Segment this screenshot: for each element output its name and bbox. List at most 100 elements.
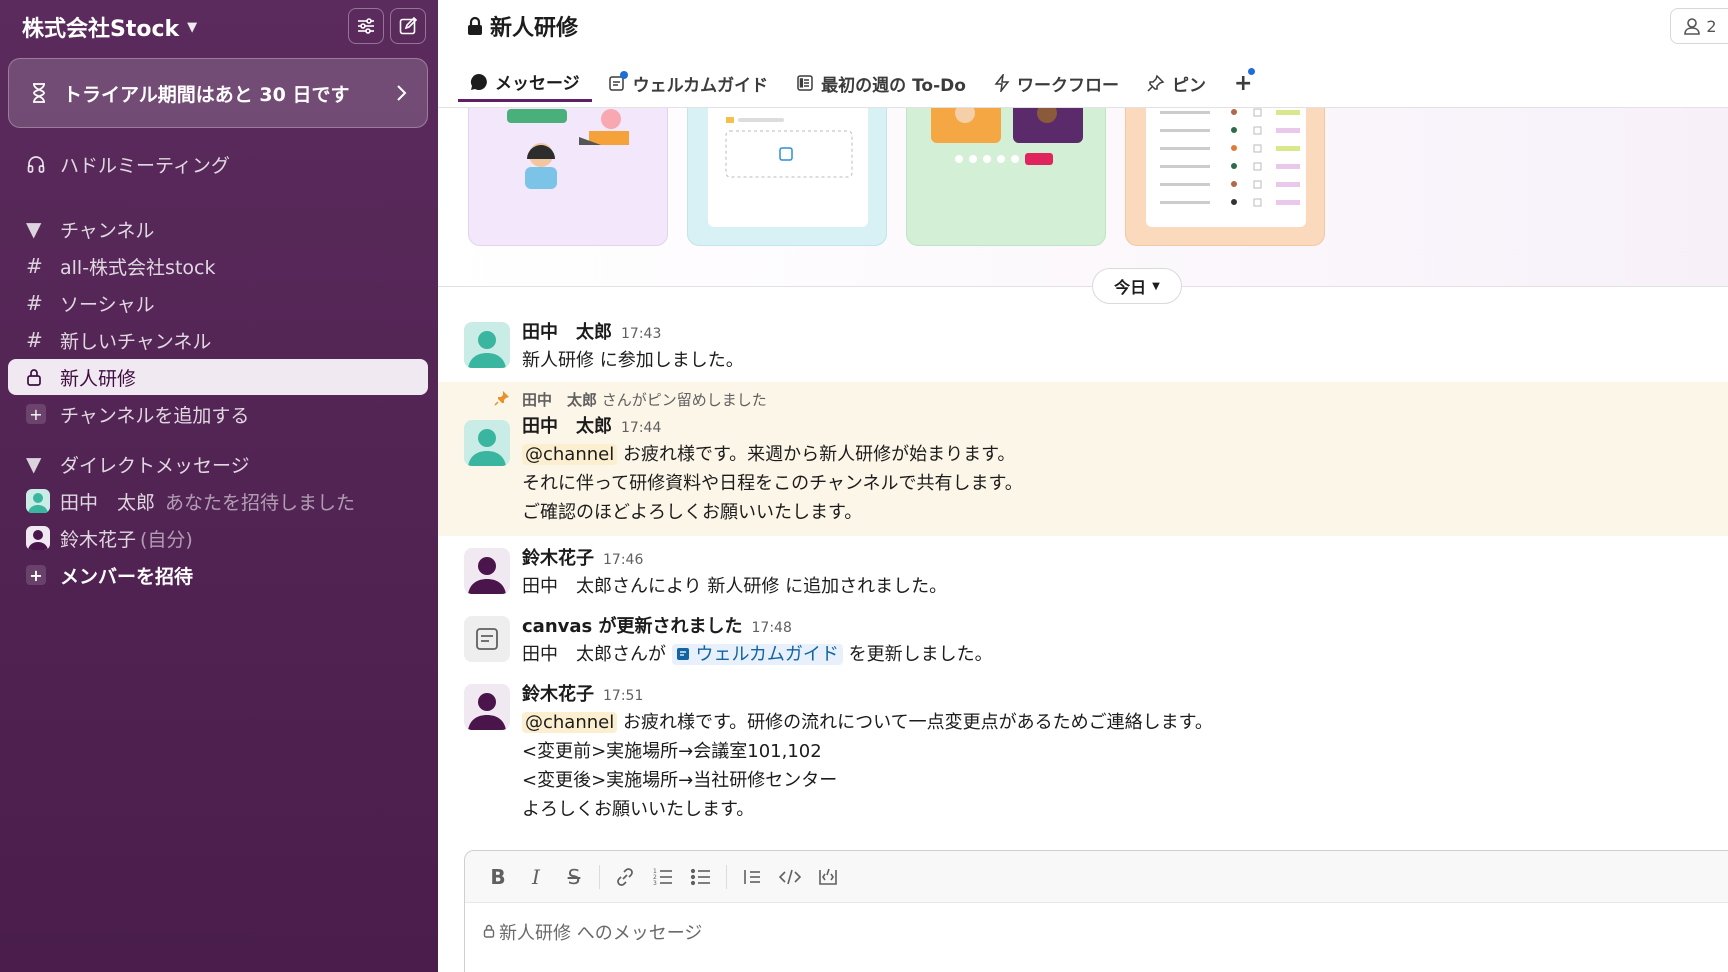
dm-name: 鈴木花子 — [60, 528, 137, 551]
sidebar-item-channel[interactable]: # ソーシャル — [8, 285, 428, 321]
compose-button[interactable] — [390, 8, 426, 44]
headphones-icon — [26, 154, 60, 174]
message-input-placeholder: 新人研修 へのメッセージ — [499, 923, 703, 944]
code-block-icon — [819, 868, 837, 885]
pin-icon — [494, 390, 510, 410]
trial-banner[interactable]: トライアル期間はあと 30 日です — [8, 58, 428, 128]
avatar — [464, 684, 510, 730]
blockquote-button[interactable] — [733, 859, 771, 895]
code-block-button[interactable] — [809, 859, 847, 895]
sidebar-item-channel[interactable]: # 新しいチャンネル — [8, 322, 428, 358]
template-card[interactable] — [906, 108, 1106, 246]
pin-notice-user[interactable]: 田中 太郎 — [522, 391, 597, 409]
message[interactable]: 鈴木花子 17:46 田中 太郎さんにより 新人研修 に追加されました。 — [438, 544, 1728, 606]
bulleted-list-button[interactable] — [682, 859, 720, 895]
message-text: <変更後>実施場所→当社研修センター — [522, 770, 838, 791]
code-button[interactable] — [771, 859, 809, 895]
dm-header-label: ダイレクトメッセージ — [60, 454, 250, 477]
bold-button[interactable]: B — [479, 859, 517, 895]
message-timestamp[interactable]: 17:43 — [621, 326, 661, 342]
message-author[interactable]: 鈴木花子 — [522, 680, 594, 706]
tab-welcome-guide[interactable]: ウェルカムガイド — [596, 64, 781, 102]
members-button[interactable]: 2 — [1670, 8, 1728, 44]
pin-notice-text: さんがピン留めしました — [601, 391, 767, 409]
hash-icon: # — [26, 328, 43, 352]
message-bubble-icon — [470, 73, 488, 91]
date-jump-button[interactable]: 今日 ▼ — [1092, 268, 1182, 304]
bulleted-list-icon — [690, 868, 710, 885]
link-button[interactable] — [606, 859, 644, 895]
message-author[interactable]: 田中 太郎 — [522, 412, 612, 438]
strikethrough-button[interactable]: S — [555, 859, 593, 895]
sidebar-item-channel[interactable]: # all-株式会社stock — [8, 248, 428, 284]
formatting-toolbar: B I S 123 — [465, 851, 1728, 903]
message-timestamp[interactable]: 17:44 — [621, 420, 661, 436]
unread-dot — [619, 71, 628, 79]
message[interactable]: 田中 太郎 17:43 新人研修 に参加しました。 — [438, 318, 1728, 382]
caret-down-icon: ▼ — [26, 217, 42, 241]
sidebar-item-huddle[interactable]: ハドルミーティング — [8, 146, 428, 182]
filter-button[interactable] — [348, 8, 384, 44]
tab-label: ワークフロー — [1016, 75, 1119, 96]
channel-title[interactable]: 新人研修 — [466, 10, 578, 42]
add-tab-button[interactable]: + — [1222, 64, 1264, 102]
message-timestamp[interactable]: 17:48 — [752, 620, 792, 636]
dm-section-header[interactable]: ▼ ダイレクトメッセージ — [8, 446, 428, 482]
message-text: 新人研修 に参加しました。 — [522, 350, 744, 371]
channels-header-label: チャンネル — [60, 219, 155, 242]
message-input[interactable]: 新人研修 へのメッセージ — [483, 919, 702, 945]
message-author[interactable]: 田中 太郎 — [522, 318, 612, 344]
avatar — [26, 526, 50, 550]
blockquote-icon — [744, 869, 760, 884]
canvas-link[interactable]: ウェルカムガイド — [671, 644, 843, 665]
dm-note: (自分) — [140, 528, 193, 551]
member-count: 2 — [1706, 16, 1717, 36]
message-timestamp[interactable]: 17:51 — [603, 688, 643, 704]
add-channel-button[interactable]: + チャンネルを追加する — [8, 396, 428, 432]
sidebar: 株式会社Stock ▼ トライアル期間はあと 30 日です ハドルミーティング … — [0, 0, 438, 972]
message[interactable]: 鈴木花子 17:51 @channel お疲れ様です。研修の流れについて一点変更… — [438, 680, 1728, 830]
sidebar-item-dm[interactable]: 鈴木花子 (自分) — [8, 520, 428, 556]
invite-members-button[interactable]: + メンバーを招待 — [8, 557, 428, 593]
template-card[interactable] — [1125, 108, 1325, 246]
person-icon — [1684, 18, 1701, 35]
hourglass-icon — [29, 82, 49, 104]
message-composer: B I S 123 新人研修 へのメッセージ — [464, 850, 1728, 972]
tab-todo[interactable]: 最初の週の To-Do — [784, 64, 978, 102]
channels-section-header[interactable]: ▼ チャンネル — [8, 211, 428, 247]
channel-mention[interactable]: @channel — [522, 444, 618, 465]
link-icon — [617, 867, 633, 886]
hash-icon: # — [26, 254, 43, 278]
tab-messages[interactable]: メッセージ — [458, 64, 592, 102]
template-card[interactable] — [687, 108, 887, 246]
channel-name: 新しいチャンネル — [60, 330, 212, 353]
sidebar-item-dm[interactable]: 田中 太郎 あなたを招待しました — [8, 483, 428, 519]
sidebar-item-channel-active[interactable]: 新人研修 — [8, 359, 428, 395]
channel-mention[interactable]: @channel — [522, 712, 618, 733]
canvas-icon — [464, 616, 510, 662]
pin-icon — [1147, 74, 1165, 92]
caret-down-icon: ▼ — [26, 452, 42, 476]
avatar — [464, 548, 510, 594]
trial-banner-text: トライアル期間はあと 30 日です — [63, 83, 350, 106]
sidebar-item-label: ハドルミーティング — [60, 154, 230, 177]
ordered-list-icon: 123 — [653, 868, 672, 887]
svg-text:3: 3 — [653, 880, 657, 887]
message-pinned[interactable]: 田中 太郎 さんがピン留めしました 田中 太郎 17:44 @channel お… — [438, 382, 1728, 536]
avatar — [464, 322, 510, 368]
ordered-list-button[interactable]: 123 — [644, 859, 682, 895]
date-divider-line — [438, 286, 1728, 287]
tab-workflow[interactable]: ワークフロー — [982, 64, 1131, 102]
template-card[interactable] — [468, 108, 668, 246]
message-canvas-update[interactable]: canvas が更新されました 17:48 田中 太郎さんが ウェルカムガイド … — [438, 612, 1728, 678]
workspace-switcher[interactable]: 株式会社Stock ▼ — [22, 10, 197, 44]
message-timestamp[interactable]: 17:46 — [603, 552, 643, 568]
tab-pins[interactable]: ピン — [1135, 64, 1218, 102]
message-author[interactable]: 鈴木花子 — [522, 544, 594, 570]
message-text: よろしくお願いいたします。 — [522, 799, 755, 820]
message-text: を更新しました。 — [848, 644, 993, 665]
workspace-name: 株式会社Stock — [22, 17, 180, 42]
message-text: ご確認のほどよろしくお願いいたします。 — [522, 502, 863, 523]
italic-button[interactable]: I — [517, 859, 555, 895]
channel-name: 新人研修 — [60, 367, 137, 390]
